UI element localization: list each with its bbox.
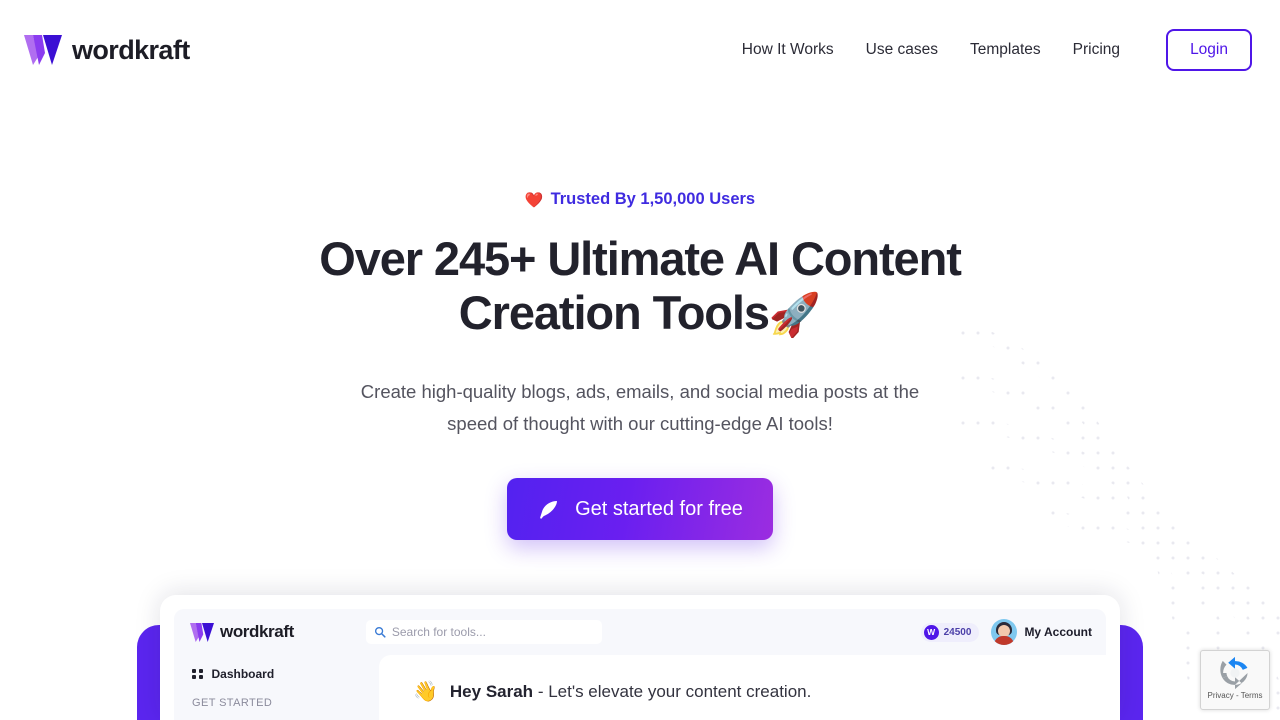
- get-started-label: Get started for free: [575, 497, 743, 520]
- landing-page: wordkraft How It Works Use cases Templat…: [0, 0, 1280, 720]
- feather-icon: [540, 501, 558, 519]
- greeting-name: Hey Sarah: [449, 681, 534, 701]
- brand-logo[interactable]: wordkraft: [24, 35, 190, 66]
- login-button[interactable]: Login: [1166, 29, 1252, 71]
- trust-badge: ❤️ Trusted By 1,50,000 Users: [0, 190, 1280, 209]
- search-icon: [374, 626, 386, 638]
- grid-icon: [192, 668, 203, 680]
- dashboard-sidebar: Dashboard GET STARTED: [174, 655, 379, 720]
- subtitle-line-2: speed of thought with our cutting-edge A…: [447, 413, 833, 434]
- credits-coin-icon: W: [923, 624, 939, 640]
- recaptcha-badge[interactable]: Privacy - Terms: [1200, 650, 1270, 710]
- account-menu[interactable]: My Account: [991, 619, 1092, 645]
- brand-name: wordkraft: [72, 34, 190, 65]
- rocket-icon: 🚀: [768, 291, 822, 338]
- heart-icon: ❤️: [524, 191, 544, 209]
- sidebar-item-dashboard[interactable]: Dashboard: [192, 667, 379, 681]
- recaptcha-icon: [1220, 656, 1248, 690]
- main-nav: How It Works Use cases Templates Pricing…: [726, 29, 1252, 71]
- nav-link-how-it-works[interactable]: How It Works: [726, 41, 850, 59]
- page-title: Over 245+ Ultimate AI Content Creation T…: [140, 232, 1140, 342]
- account-label: My Account: [1024, 625, 1092, 639]
- dashboard-body: Dashboard GET STARTED 👋 Hey Sarah - Let'…: [174, 655, 1106, 720]
- sidebar-group-label: GET STARTED: [192, 697, 273, 709]
- subtitle-line-1: Create high-quality blogs, ads, emails, …: [360, 381, 920, 402]
- credits-badge[interactable]: W 24500: [920, 622, 980, 642]
- credits-value: 24500: [943, 626, 972, 638]
- dashboard-topbar-right: W 24500 My Account: [920, 619, 1092, 645]
- hero-subtitle: Create high-quality blogs, ads, emails, …: [290, 376, 990, 440]
- sidebar-item-dashboard-label: Dashboard: [211, 667, 275, 681]
- site-header: wordkraft How It Works Use cases Templat…: [0, 0, 1280, 100]
- dashboard-topbar: wordkraft Search for tools... W 24500 My…: [174, 609, 1106, 655]
- dashboard-preview-inner: wordkraft Search for tools... W 24500 My…: [174, 609, 1106, 720]
- recaptcha-text: Privacy - Terms: [1207, 691, 1263, 700]
- trust-badge-text: Trusted By 1,50,000 Users: [550, 190, 756, 208]
- headline-line-1: Over 245+ Ultimate AI Content: [319, 232, 962, 285]
- nav-link-templates[interactable]: Templates: [954, 41, 1057, 59]
- greeting-rest: - Let's elevate your content creation.: [537, 681, 812, 701]
- nav-link-use-cases[interactable]: Use cases: [850, 41, 954, 59]
- dashboard-main: 👋 Hey Sarah - Let's elevate your content…: [379, 655, 1106, 720]
- cta-container: Get started for free: [0, 478, 1280, 540]
- nav-link-pricing[interactable]: Pricing: [1057, 41, 1136, 59]
- dashboard-brand-name: wordkraft: [220, 622, 294, 641]
- headline-line-2: Creation Tools: [458, 286, 770, 339]
- dashboard-preview-card: wordkraft Search for tools... W 24500 My…: [160, 595, 1120, 720]
- avatar: [991, 619, 1018, 645]
- dashboard-brand[interactable]: wordkraft: [190, 622, 294, 642]
- dashboard-wordkraft-logo-icon: [190, 622, 214, 642]
- dashboard-search-placeholder: Search for tools...: [391, 625, 486, 639]
- dashboard-search-input[interactable]: Search for tools...: [365, 620, 602, 644]
- wave-icon: 👋: [413, 681, 438, 703]
- get-started-button[interactable]: Get started for free: [507, 478, 773, 540]
- wordkraft-logo-icon: [24, 35, 62, 65]
- dashboard-greeting: 👋 Hey Sarah - Let's elevate your content…: [413, 679, 1106, 704]
